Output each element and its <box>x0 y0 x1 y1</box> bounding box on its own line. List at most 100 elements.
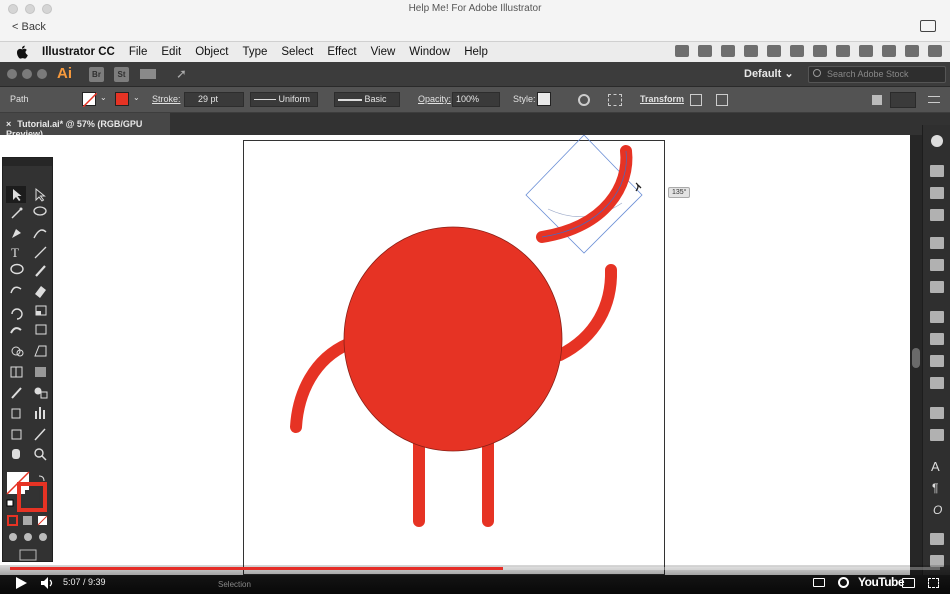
menu-object[interactable]: Object <box>195 46 228 58</box>
properties-info-icon[interactable] <box>931 135 943 147</box>
gradient-tool[interactable] <box>35 367 46 377</box>
workspace-switcher[interactable]: Default ⌄ <box>744 67 794 80</box>
menu-edit[interactable]: Edit <box>161 46 181 58</box>
variable-width-profile[interactable]: Uniform <box>250 92 318 107</box>
apple-icon[interactable] <box>14 45 30 59</box>
character-panel-icon[interactable]: A <box>931 459 940 474</box>
lasso-tool[interactable] <box>33 206 47 216</box>
direct-selection-tool[interactable] <box>35 187 46 202</box>
stroke-label[interactable]: Stroke: <box>152 94 181 104</box>
recolor-artwork-icon[interactable] <box>578 94 590 106</box>
type-tool[interactable]: T <box>11 245 19 260</box>
arrange-documents-icon[interactable] <box>140 69 156 79</box>
more-icon[interactable] <box>698 45 712 57</box>
shape-builder-tool[interactable] <box>11 346 24 357</box>
youtube-logo[interactable]: YouTube <box>858 575 905 589</box>
stroke-swatch[interactable] <box>115 92 129 106</box>
shape-options-icon[interactable] <box>716 94 728 106</box>
graph-tool[interactable] <box>35 407 45 419</box>
align-panel-icon[interactable] <box>930 187 944 199</box>
flame-icon[interactable] <box>744 45 758 57</box>
stock-button[interactable]: St <box>114 67 129 82</box>
zoom-tool[interactable] <box>34 448 47 461</box>
send-icon[interactable]: ➚ <box>176 67 187 80</box>
pathfinder-panel-icon[interactable] <box>930 209 944 221</box>
subtitles-icon[interactable] <box>813 578 825 587</box>
opentype-panel-icon[interactable]: O <box>933 503 942 517</box>
brushes-panel-icon[interactable] <box>930 311 944 323</box>
shaper-tool[interactable] <box>10 286 22 294</box>
graphic-styles-panel-icon[interactable] <box>930 429 944 441</box>
scrollbar-thumb[interactable] <box>912 348 920 368</box>
cast-icon[interactable] <box>902 578 915 588</box>
hamburger-menu-icon[interactable] <box>928 96 940 103</box>
bridge-button[interactable]: Br <box>89 67 104 82</box>
rotate-tool[interactable] <box>11 308 23 320</box>
app-menu[interactable]: Illustrator CC <box>42 46 115 58</box>
free-transform-tool[interactable] <box>35 324 47 335</box>
menu-file[interactable]: File <box>129 46 148 58</box>
left-arm[interactable] <box>290 338 354 433</box>
fullscreen-video-icon[interactable] <box>928 578 939 588</box>
canvas-area[interactable]: 135° <box>0 135 910 575</box>
close-tab-icon[interactable]: × <box>6 119 11 129</box>
dropbox-icon[interactable] <box>721 45 735 57</box>
menu-window[interactable]: Window <box>409 46 450 58</box>
blend-tool[interactable] <box>34 387 48 399</box>
transparency-panel-icon[interactable] <box>930 377 944 389</box>
fullscreen-icon[interactable] <box>920 20 936 32</box>
paintbrush-tool[interactable] <box>35 265 46 277</box>
appearance-panel-icon[interactable] <box>930 407 944 419</box>
back-button[interactable]: < Back <box>12 21 46 33</box>
notifications-icon[interactable] <box>928 45 942 57</box>
battery-icon[interactable] <box>882 45 896 57</box>
panel-layout-icon[interactable] <box>872 95 882 105</box>
brush-definition[interactable]: Basic <box>334 92 400 107</box>
draw-inside-icon[interactable] <box>39 533 47 541</box>
graphic-style-swatch[interactable] <box>537 92 551 106</box>
opacity-field[interactable]: 100% <box>452 92 500 107</box>
color-mode-button[interactable] <box>7 515 18 526</box>
vertical-scrollbar[interactable] <box>910 135 922 575</box>
tab-document[interactable]: × Tutorial.ai* @ 57% (RGB/GPU Preview) <box>0 113 170 139</box>
menu-type[interactable]: Type <box>242 46 267 58</box>
swap-fill-stroke-icon[interactable] <box>38 475 45 482</box>
play-icon[interactable] <box>14 576 28 590</box>
slice-tool[interactable] <box>34 428 46 441</box>
mesh-tool[interactable] <box>10 366 23 378</box>
isolate-group-icon[interactable] <box>690 94 702 106</box>
eyedropper-tool[interactable] <box>11 387 22 399</box>
layers-panel-icon[interactable] <box>930 533 944 545</box>
eraser-tool[interactable] <box>35 286 46 298</box>
spotlight-icon[interactable] <box>905 45 919 57</box>
artboard-tool[interactable] <box>11 429 22 440</box>
none-mode-button[interactable] <box>37 515 48 526</box>
menu-select[interactable]: Select <box>281 46 313 58</box>
ellipse-tool[interactable] <box>10 263 24 275</box>
color-panel-icon[interactable] <box>930 237 944 249</box>
transform-panel-icon[interactable] <box>930 165 944 177</box>
fill-dropdown-icon[interactable]: ⌄ <box>100 93 107 102</box>
scale-tool[interactable] <box>35 305 47 316</box>
curvature-tool[interactable] <box>33 229 47 239</box>
align-icon[interactable] <box>608 94 622 106</box>
search-stock-input[interactable]: Search Adobe Stock <box>808 66 946 83</box>
fill-swatch[interactable] <box>82 92 98 108</box>
warp-tool[interactable] <box>10 327 22 334</box>
screen-record-icon[interactable] <box>675 45 689 57</box>
volume-icon[interactable] <box>40 576 56 590</box>
panel-menu-icon[interactable] <box>890 92 916 108</box>
draw-normal-icon[interactable] <box>9 533 17 541</box>
bluetooth-icon[interactable] <box>836 45 850 57</box>
color-guide-panel-icon[interactable] <box>930 259 944 271</box>
app-zoom-icon[interactable] <box>37 69 47 79</box>
gradient-mode-button[interactable] <box>23 516 32 525</box>
app-close-icon[interactable] <box>7 69 17 79</box>
display-icon[interactable] <box>813 45 827 57</box>
default-colors-icon[interactable] <box>6 499 14 507</box>
menu-view[interactable]: View <box>371 46 396 58</box>
right-arm[interactable] <box>554 264 618 361</box>
progress-bar[interactable] <box>10 567 940 570</box>
pen-tool[interactable] <box>12 229 21 238</box>
stroke-weight-field[interactable]: 29 pt <box>184 92 244 107</box>
